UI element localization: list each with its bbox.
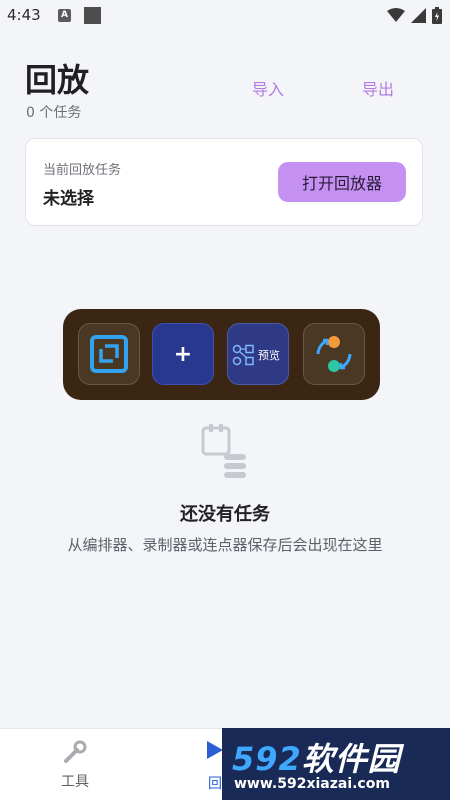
empty-task-icon	[201, 424, 246, 478]
crop-icon	[90, 335, 128, 373]
current-task-label: 当前回放任务	[43, 163, 122, 178]
task-count: 0 个任务	[26, 105, 82, 121]
current-task-card: 当前回放任务 未选择 打开回放器	[25, 138, 423, 226]
status-indicators	[387, 5, 442, 25]
battery-icon	[432, 6, 442, 24]
nav-replay-label: 回	[208, 776, 222, 792]
page-title: 回放	[25, 61, 90, 99]
wrench-icon	[64, 740, 87, 763]
nav-item-tools[interactable]: 工具	[40, 739, 110, 791]
notification-square-icon	[84, 7, 101, 24]
notification-a-icon: A	[58, 9, 71, 22]
empty-state-title: 还没有任务	[180, 504, 270, 525]
signal-icon	[411, 7, 426, 23]
watermark-logo: 592软件园 www.592xiazai.com	[222, 728, 450, 800]
nav-tools-label: 工具	[61, 774, 89, 790]
flow-icon	[232, 344, 254, 366]
preview-label: 预览	[258, 349, 280, 362]
preview-button[interactable]: 预览	[227, 323, 289, 385]
sync-icon	[316, 336, 352, 372]
open-player-button[interactable]: 打开回放器	[278, 162, 406, 202]
crop-button[interactable]	[78, 323, 140, 385]
status-bar: 4:43 A	[0, 0, 450, 30]
floating-toolbar: + 预览	[63, 309, 380, 400]
status-time: 4:43	[7, 6, 41, 24]
add-button[interactable]: +	[152, 323, 214, 385]
wifi-icon	[387, 8, 405, 22]
export-button[interactable]: 导出	[362, 76, 394, 100]
import-button[interactable]: 导入	[252, 76, 284, 100]
watermark-title: 592软件园	[232, 740, 401, 778]
sync-button[interactable]	[303, 323, 365, 385]
watermark-url: www.592xiazai.com	[234, 776, 390, 792]
empty-state-description: 从编排器、录制器或连点器保存后会出现在这里	[67, 536, 383, 554]
current-task-value: 未选择	[43, 189, 94, 209]
